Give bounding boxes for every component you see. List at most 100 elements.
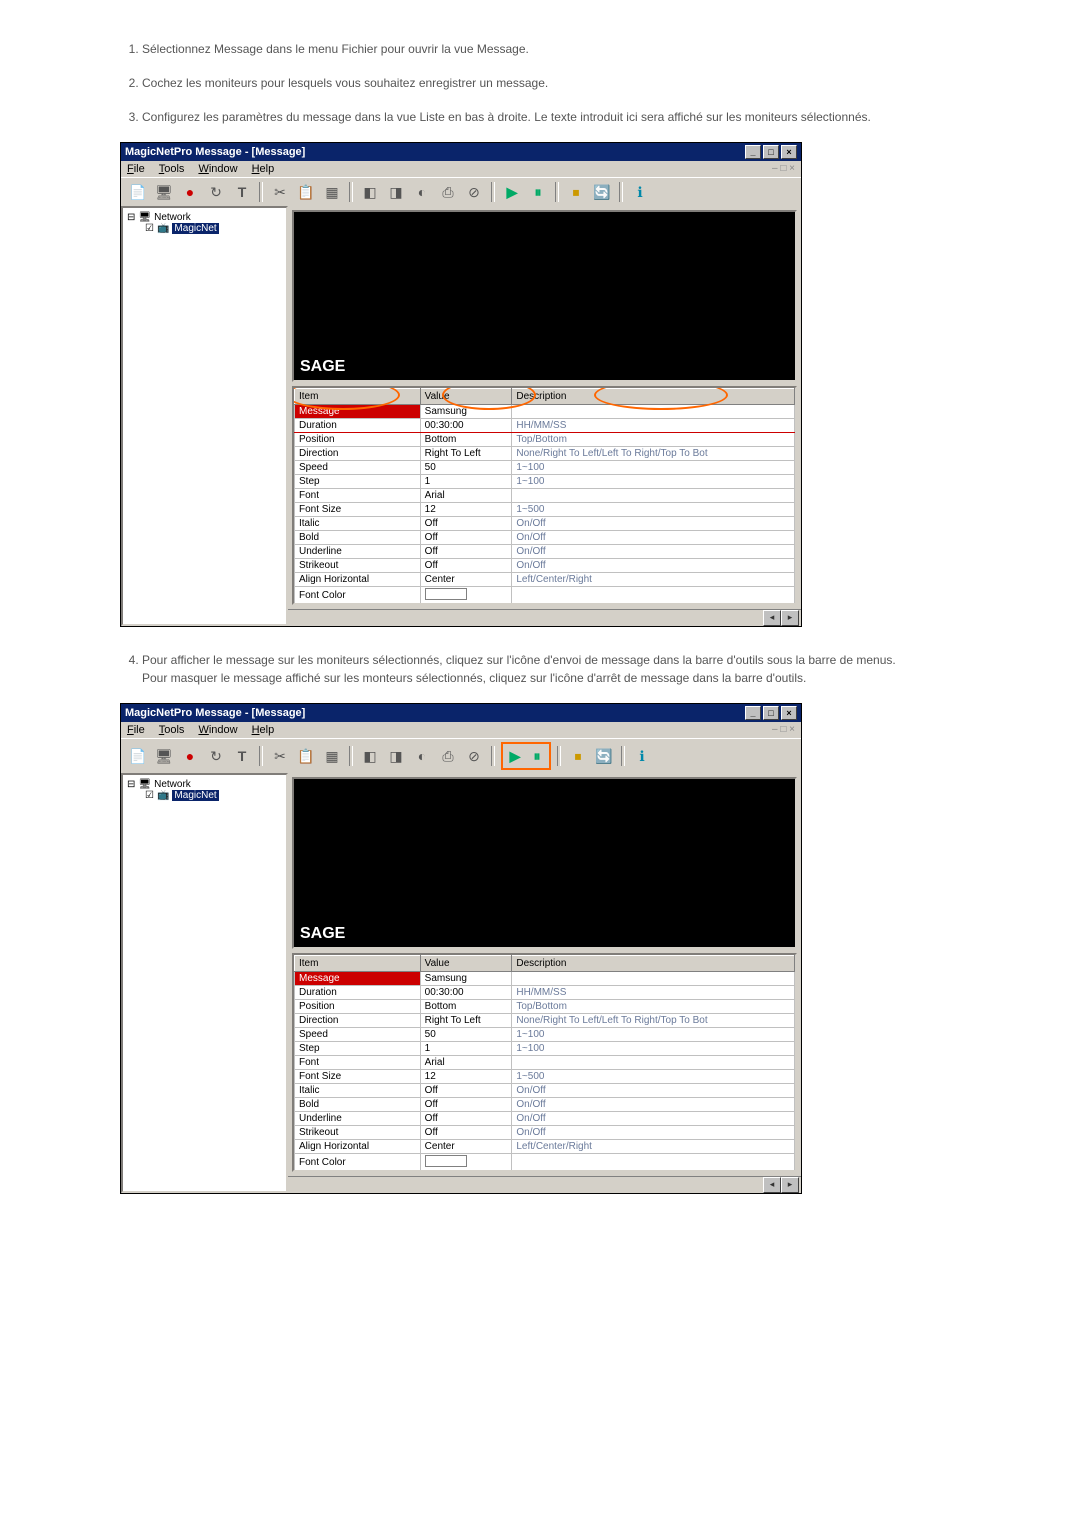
table-row[interactable]: MessageSamsung <box>295 405 795 419</box>
cut-icon[interactable]: ✂ <box>269 181 291 203</box>
table-row[interactable]: FontArial <box>295 489 795 503</box>
table-row[interactable]: UnderlineOffOn/Off <box>295 545 795 559</box>
table-row[interactable]: FontArial <box>295 1056 795 1070</box>
table-row[interactable]: StrikeoutOffOn/Off <box>295 1126 795 1140</box>
table-row[interactable]: Background Color <box>295 605 795 606</box>
menu-help[interactable]: Help <box>252 163 275 175</box>
prop-value[interactable]: Center <box>420 573 512 587</box>
prop-value[interactable] <box>420 1172 512 1173</box>
scroll-left-icon[interactable]: ◂ <box>763 610 781 626</box>
block-icon[interactable]: ⊘ <box>463 181 485 203</box>
new-icon[interactable]: 📄 <box>127 181 149 203</box>
tree-root[interactable]: ⊟ 🖥 Network <box>127 779 282 790</box>
prop-value[interactable]: 12 <box>420 503 512 517</box>
undo-icon[interactable]: ⏹ <box>567 745 589 767</box>
prop-value[interactable]: Off <box>420 545 512 559</box>
prop-value[interactable]: Off <box>420 531 512 545</box>
check-icon[interactable]: ☑ <box>145 223 154 234</box>
table-row[interactable]: Align HorizontalCenterLeft/Center/Right <box>295 573 795 587</box>
table-row[interactable]: PositionBottomTop/Bottom <box>295 1000 795 1014</box>
scroll-right-icon[interactable]: ▸ <box>781 1177 799 1193</box>
table-row[interactable]: Step11~100 <box>295 475 795 489</box>
prop-value[interactable]: 12 <box>420 1070 512 1084</box>
doc-close-icon[interactable]: – □ × <box>772 724 795 736</box>
prop-value[interactable]: Arial <box>420 1056 512 1070</box>
prop-value[interactable] <box>420 1154 512 1172</box>
prop-value[interactable]: 50 <box>420 1028 512 1042</box>
maximize-icon[interactable]: □ <box>763 706 779 720</box>
monitor-icon[interactable]: 🖥 <box>153 745 175 767</box>
prop-value[interactable]: Right To Left <box>420 1014 512 1028</box>
col-desc[interactable]: Description <box>512 389 795 405</box>
table-row[interactable]: Step11~100 <box>295 1042 795 1056</box>
menu-help[interactable]: Help <box>252 724 275 736</box>
color-swatch-white[interactable] <box>425 588 467 600</box>
layout3-icon[interactable]: ◐ <box>411 181 433 203</box>
horizontal-scrollbar[interactable]: ◂ ▸ <box>288 1176 801 1193</box>
monitor-icon[interactable]: 🖥 <box>153 181 175 203</box>
tree-child[interactable]: ☑ 📺 MagicNet <box>127 790 282 801</box>
menu-window[interactable]: Window <box>198 724 237 736</box>
stop-message-icon[interactable]: ⏸ <box>527 181 549 203</box>
text-icon[interactable]: T <box>231 181 253 203</box>
prop-value[interactable]: Off <box>420 1112 512 1126</box>
check-icon[interactable]: ☑ <box>145 790 154 801</box>
table-row[interactable]: MessageSamsung <box>295 972 795 986</box>
col-desc[interactable]: Description <box>512 956 795 972</box>
paste-icon[interactable]: ▦ <box>321 745 343 767</box>
menu-window[interactable]: Window <box>198 163 237 175</box>
titlebar[interactable]: MagicNetPro Message - [Message] _ □ × <box>121 704 801 722</box>
prop-value[interactable] <box>420 587 512 605</box>
record-icon[interactable]: ● <box>179 181 201 203</box>
scroll-right-icon[interactable]: ▸ <box>781 610 799 626</box>
redo-icon[interactable]: 🔄 <box>591 181 613 203</box>
col-value[interactable]: Value <box>420 956 512 972</box>
prop-value[interactable]: Off <box>420 559 512 573</box>
minimize-icon[interactable]: _ <box>745 706 761 720</box>
menu-tools[interactable]: Tools <box>159 163 185 175</box>
send-message-icon[interactable]: ▶ <box>504 745 526 767</box>
table-row[interactable]: StrikeoutOffOn/Off <box>295 559 795 573</box>
layout2-icon[interactable]: ◨ <box>385 745 407 767</box>
table-row[interactable]: Font Color <box>295 1154 795 1172</box>
prop-value[interactable]: 50 <box>420 461 512 475</box>
close-icon[interactable]: × <box>781 145 797 159</box>
text-icon[interactable]: T <box>231 745 253 767</box>
prop-value[interactable]: Bottom <box>420 433 512 447</box>
menu-file[interactable]: File <box>127 163 145 175</box>
table-row[interactable]: DirectionRight To LeftNone/Right To Left… <box>295 447 795 461</box>
undo-icon[interactable]: ⏹ <box>565 181 587 203</box>
color-swatch-white[interactable] <box>425 1155 467 1167</box>
table-row[interactable]: Background Color <box>295 1172 795 1173</box>
col-item[interactable]: Item <box>295 389 421 405</box>
minimize-icon[interactable]: _ <box>745 145 761 159</box>
send-message-icon[interactable]: ▶ <box>501 181 523 203</box>
titlebar[interactable]: MagicNetPro Message - [Message] _ □ × <box>121 143 801 161</box>
table-row[interactable]: Speed501~100 <box>295 1028 795 1042</box>
prop-value[interactable]: 1 <box>420 1042 512 1056</box>
tree-root[interactable]: ⊟ 🖥 Network <box>127 212 282 223</box>
close-icon[interactable]: × <box>781 706 797 720</box>
copy-icon[interactable]: 📋 <box>295 181 317 203</box>
prop-value[interactable]: Center <box>420 1140 512 1154</box>
block-icon[interactable]: ⊘ <box>463 745 485 767</box>
prop-value[interactable]: Samsung <box>420 972 512 986</box>
prop-value[interactable]: Samsung <box>420 405 512 419</box>
prop-value[interactable]: 00:30:00 <box>420 419 512 433</box>
copy-icon[interactable]: 📋 <box>295 745 317 767</box>
maximize-icon[interactable]: □ <box>763 145 779 159</box>
prop-value[interactable]: Off <box>420 1126 512 1140</box>
layout1-icon[interactable]: ◧ <box>359 181 381 203</box>
table-row[interactable]: ItalicOffOn/Off <box>295 1084 795 1098</box>
table-row[interactable]: BoldOffOn/Off <box>295 1098 795 1112</box>
layout3-icon[interactable]: ◐ <box>411 745 433 767</box>
scroll-left-icon[interactable]: ◂ <box>763 1177 781 1193</box>
prop-value[interactable]: Right To Left <box>420 447 512 461</box>
table-row[interactable]: Duration00:30:00HH/MM/SS <box>295 419 795 433</box>
prop-value[interactable]: Arial <box>420 489 512 503</box>
prop-value[interactable]: 1 <box>420 475 512 489</box>
refresh-icon[interactable]: ↻ <box>205 745 227 767</box>
prop-value[interactable]: 00:30:00 <box>420 986 512 1000</box>
prop-value[interactable]: Off <box>420 1084 512 1098</box>
record-icon[interactable]: ● <box>179 745 201 767</box>
